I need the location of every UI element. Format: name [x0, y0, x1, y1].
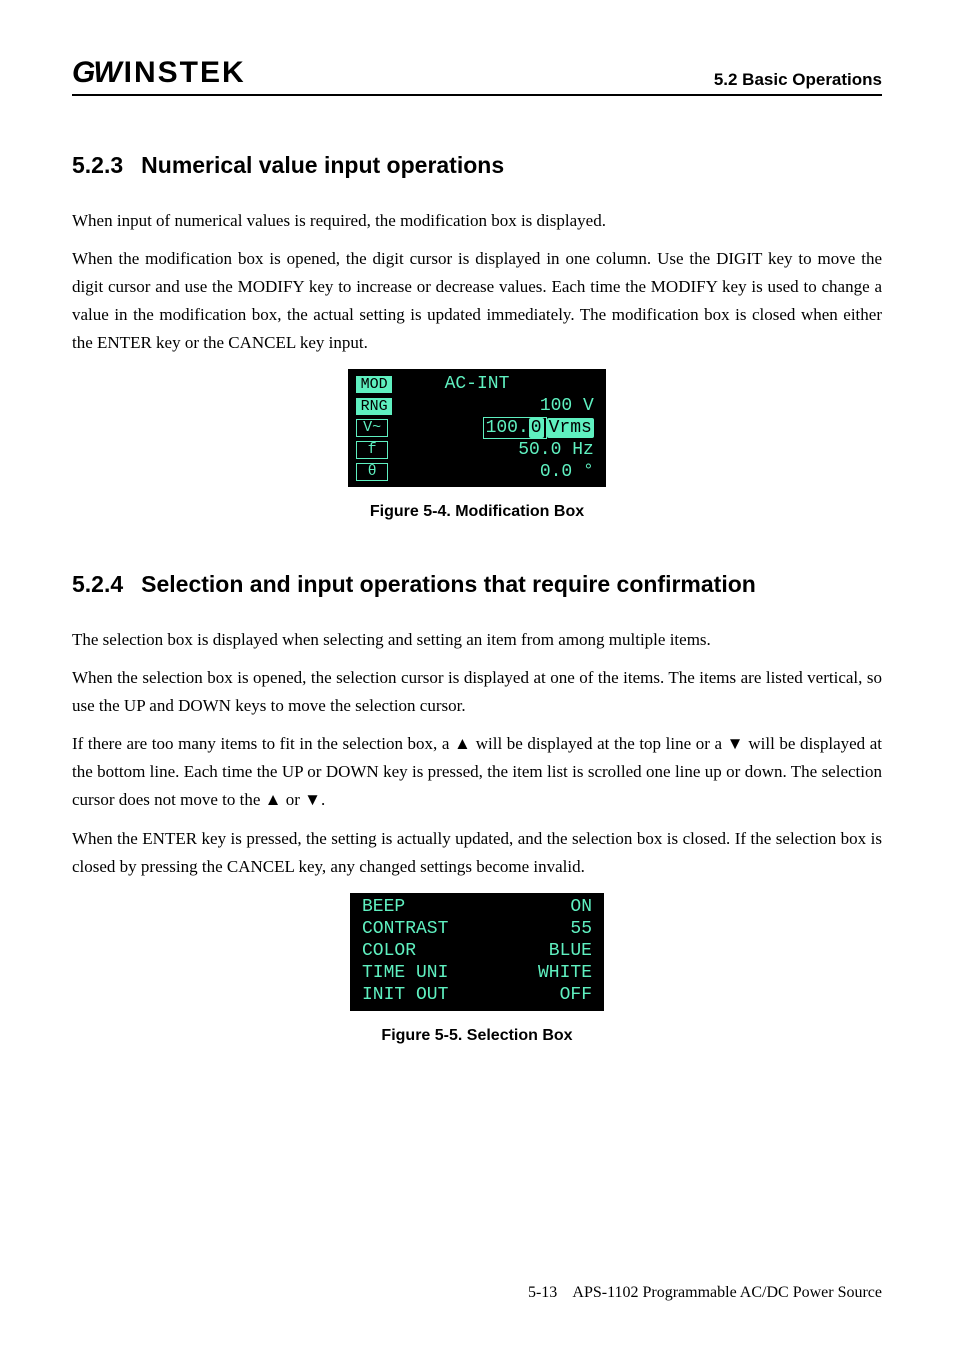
para-523-2: When the modification box is opened, the… [72, 245, 882, 357]
heading-523: 5.2.3 Numerical value input operations [72, 152, 882, 179]
page-header: GW INSTEK 5.2 Basic Operations [72, 56, 882, 96]
heading-524-num: 5.2.4 [72, 571, 123, 598]
lcd-modification-box: MOD AC-INT RNG 100 V V~ 100.0Vrms f 50.0… [348, 369, 606, 487]
logo-instek: INSTEK [124, 56, 246, 90]
para-524-4: When the ENTER key is pressed, the setti… [72, 825, 882, 881]
sel-label-initout: INIT OUT [362, 985, 448, 1007]
figure-5-4: MOD AC-INT RNG 100 V V~ 100.0Vrms f 50.0… [72, 369, 882, 521]
header-section-label: 5.2 Basic Operations [714, 70, 882, 90]
lcd-tag-v: V~ [356, 419, 388, 437]
sel-value-color: BLUE [532, 941, 592, 963]
lcd-selection-box: BEEP ON CONTRAST 55 COLOR BLUE TIME UNI WHIT… [350, 893, 604, 1011]
sel-label-beep: BEEP [362, 897, 405, 919]
lcd-val-f: 50.0 Hz [396, 440, 594, 461]
footer-doc-title: APS-1102 Programmable AC/DC Power Source [572, 1284, 882, 1301]
para-524-2: When the selection box is opened, the se… [72, 664, 882, 720]
heading-524-title: Selection and input operations that requ… [141, 571, 756, 598]
lcd-val-theta: 0.0 ° [396, 462, 594, 483]
lcd-tag-theta: θ [356, 463, 388, 481]
sel-value-beep: ON [570, 897, 592, 919]
sel-value-timeuni: WHITE [532, 963, 592, 985]
footer-page-number: 5-13 [528, 1284, 557, 1301]
figure-5-5-caption: Figure 5-5. Selection Box [72, 1027, 882, 1045]
lcd-tag-rng: RNG [356, 398, 392, 415]
sel-value-contrast: 55 [570, 919, 592, 941]
figure-5-5: BEEP ON CONTRAST 55 COLOR BLUE TIME UNI WHIT… [72, 893, 882, 1045]
lcd-tag-mod: MOD [356, 376, 392, 393]
para-524-3: If there are too many items to fit in th… [72, 730, 882, 814]
lcd-val-mod: AC-INT [400, 374, 594, 395]
page-footer: 5-13 APS-1102 Programmable AC/DC Power S… [528, 1284, 882, 1302]
lcd-tag-f: f [356, 441, 388, 459]
sel-label-timeuni: TIME UNI [362, 963, 448, 985]
heading-524: 5.2.4 Selection and input operations tha… [72, 571, 882, 598]
heading-523-title: Numerical value input operations [141, 152, 504, 179]
para-523-1: When input of numerical values is requir… [72, 207, 882, 235]
sel-label-contrast: CONTRAST [362, 919, 448, 941]
logo-gw: GW [72, 56, 120, 90]
triangle-up-icon [454, 734, 471, 753]
triangle-down-icon [304, 790, 321, 809]
sel-value-initout: OFF [560, 985, 592, 1007]
lcd-unit-vrms: Vrms [547, 418, 594, 438]
digit-cursor: 0 [529, 418, 544, 438]
heading-523-num: 5.2.3 [72, 152, 123, 179]
para-524-1: The selection box is displayed when sele… [72, 626, 882, 654]
sel-label-color: COLOR [362, 941, 416, 963]
brand-logo: GW INSTEK [72, 56, 246, 90]
triangle-down-icon [727, 734, 744, 753]
triangle-up-icon [265, 790, 282, 809]
figure-5-4-caption: Figure 5-4. Modification Box [72, 503, 882, 521]
